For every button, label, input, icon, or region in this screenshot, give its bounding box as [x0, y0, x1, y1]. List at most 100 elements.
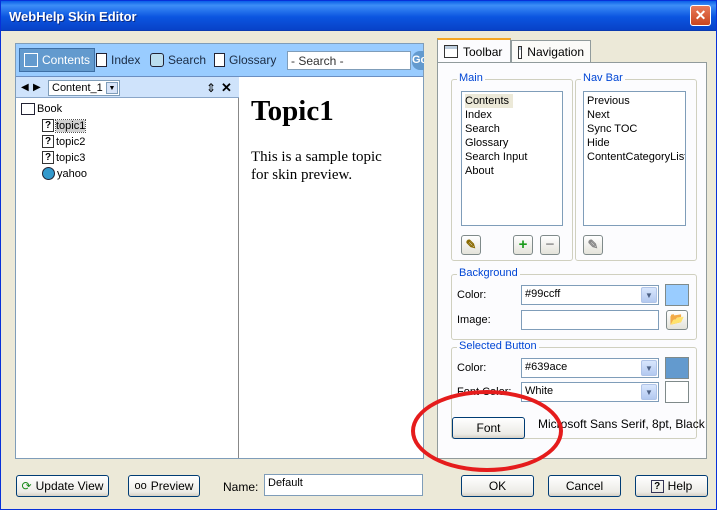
toc-next-arrow-icon[interactable]: ▶ [33, 82, 41, 93]
main-items-list[interactable]: Contents Index Search Glossary Search In… [461, 91, 563, 226]
background-group-title: Background [457, 267, 520, 279]
list-item[interactable]: Glossary [465, 136, 559, 150]
help-label: Help [667, 479, 693, 493]
preview-go-button[interactable]: Go [412, 51, 424, 70]
topic-icon: ? [42, 135, 54, 148]
toolbar-tab-icon [444, 45, 458, 58]
background-image-label: Image: [457, 314, 491, 326]
chevron-down-icon[interactable]: ▼ [641, 360, 657, 376]
navbar-group: Nav Bar Previous Next Sync TOC Hide Cont… [575, 72, 697, 261]
selected-color-select[interactable]: #639ace ▼ [521, 358, 659, 378]
sync-toc-icon[interactable]: ⇕ [206, 81, 216, 95]
cancel-button[interactable]: Cancel [548, 475, 621, 497]
tab-navigation[interactable]: Navigation [511, 40, 591, 63]
update-view-button[interactable]: ⟳ Update View [16, 475, 109, 497]
selected-color-swatch[interactable] [665, 357, 689, 379]
topic-title: Topic1 [251, 95, 334, 127]
list-item[interactable]: ContentCategoryList [587, 150, 685, 164]
help-button[interactable]: ? Help [635, 475, 708, 497]
tree-item-label: topic1 [54, 118, 87, 133]
toc-header: ◀ ▶ Content_1 ▼ ⇕ ✕ [16, 77, 239, 98]
chevron-down-icon[interactable]: ▼ [106, 82, 118, 94]
update-view-label: Update View [35, 479, 104, 493]
font-color-select[interactable]: White ▼ [521, 382, 659, 402]
tab-toolbar[interactable]: Toolbar [437, 38, 511, 63]
nav-index-button[interactable]: Index [92, 48, 144, 72]
chevron-down-icon[interactable]: ▼ [641, 384, 657, 400]
pencil-icon: ✎ [465, 237, 477, 252]
url-icon [42, 167, 55, 180]
navigation-tab-icon [518, 45, 523, 59]
toc-prev-arrow-icon[interactable]: ◀ [21, 82, 29, 93]
skin-name-input[interactable]: Default [264, 474, 423, 496]
name-label: Name: [223, 480, 259, 494]
folder-open-icon: 📂 [669, 312, 685, 326]
close-button[interactable]: ✕ [690, 5, 711, 26]
list-item[interactable]: Sync TOC [587, 122, 682, 136]
skin-editor-window: WebHelp Skin Editor ✕ Contents Index Sea… [0, 0, 717, 510]
edit-main-button[interactable]: ✎ [461, 235, 481, 255]
chevron-down-icon[interactable]: ▼ [641, 287, 657, 303]
plus-icon: + [518, 236, 528, 253]
tab-toolbar-label: Toolbar [463, 44, 503, 59]
list-item[interactable]: Next [587, 108, 682, 122]
topic-icon: ? [42, 119, 54, 132]
toc-close-icon[interactable]: ✕ [221, 80, 232, 96]
nav-glossary-button[interactable]: Glossary [210, 48, 280, 72]
window-title: WebHelp Skin Editor [9, 9, 137, 24]
tree-item-label: Book [37, 103, 63, 115]
list-item[interactable]: Index [465, 108, 559, 122]
preview-button[interactable]: oo Preview [128, 475, 200, 497]
tree-item-topic2[interactable]: ? topic2 [42, 135, 85, 148]
toc-category-select[interactable]: Content_1 ▼ [48, 80, 120, 96]
background-color-select[interactable]: #99ccff ▼ [521, 285, 659, 305]
tree-item-yahoo[interactable]: yahoo [42, 167, 87, 180]
navbar-items-list[interactable]: Previous Next Sync TOC Hide ContentCateg… [583, 91, 686, 226]
nav-contents-label: Contents [42, 53, 91, 67]
nav-index-label: Index [111, 53, 141, 67]
main-group-title: Main [457, 72, 485, 84]
refresh-icon: ⟳ [21, 479, 32, 493]
background-color-swatch[interactable] [665, 284, 689, 306]
tree-item-topic1[interactable]: ? topic1 [42, 118, 87, 133]
tab-navigation-label: Navigation [527, 45, 584, 59]
nav-glossary-label: Glossary [229, 53, 277, 67]
title-bar[interactable]: WebHelp Skin Editor ✕ [1, 1, 716, 31]
glasses-icon: oo [134, 480, 147, 492]
background-group: Background Color: #99ccff ▼ Image: 📂 [451, 267, 697, 340]
topic-body: This is a sample topic for skin preview. [251, 149, 382, 183]
nav-search-button[interactable]: Search [146, 48, 210, 72]
search-icon [150, 53, 164, 67]
font-color-swatch[interactable] [665, 381, 689, 403]
tree-item-label: yahoo [57, 167, 87, 180]
glossary-icon [214, 53, 225, 67]
edit-navbar-button[interactable]: ✎ [583, 235, 603, 255]
list-item[interactable]: Hide [587, 136, 682, 150]
font-color-value: White [525, 385, 554, 397]
help-icon: ? [650, 479, 664, 493]
selected-color-value: #639ace [525, 361, 568, 373]
tree-item-topic3[interactable]: ? topic3 [42, 151, 85, 164]
list-item[interactable]: Contents [465, 94, 559, 108]
list-item[interactable]: About [465, 164, 559, 178]
preview-label: Preview [150, 479, 194, 493]
nav-search-label: Search [168, 53, 207, 67]
browse-image-button[interactable]: 📂 [666, 310, 688, 330]
add-main-button[interactable]: + [513, 235, 533, 255]
list-item[interactable]: Search [465, 122, 559, 136]
minus-icon: − [545, 236, 555, 253]
preview-search-input[interactable]: - Search - [287, 51, 411, 70]
toc-panel: ◀ ▶ Content_1 ▼ ⇕ ✕ Book ? topic1 ? topi… [16, 77, 239, 458]
skin-preview: Contents Index Search Glossary - Search … [15, 43, 424, 459]
background-image-input[interactable] [521, 310, 659, 330]
toc-category-value: Content_1 [52, 82, 103, 94]
book-icon [24, 53, 38, 67]
remove-main-button[interactable]: − [540, 235, 560, 255]
list-item[interactable]: Search Input [465, 150, 559, 164]
font-button[interactable]: Font [452, 417, 525, 439]
nav-contents-button[interactable]: Contents [19, 48, 96, 72]
ok-button[interactable]: OK [461, 475, 534, 497]
main-group: Main Contents Index Search Glossary Sear… [451, 72, 573, 261]
list-item[interactable]: Previous [587, 94, 682, 108]
tree-item-book[interactable]: Book [21, 103, 62, 115]
